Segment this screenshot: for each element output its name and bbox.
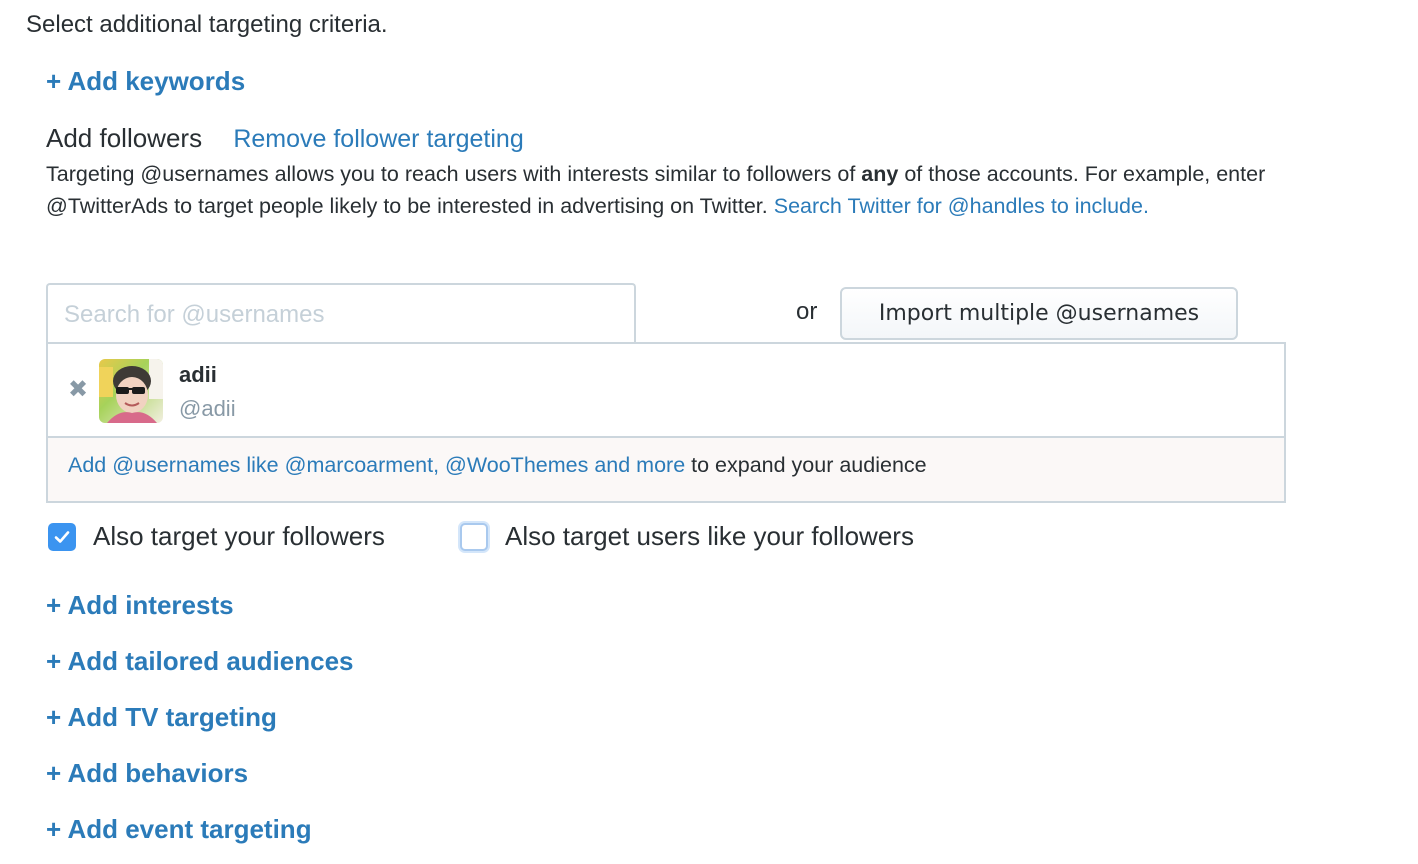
suggested-usernames-link[interactable]: Add @usernames like @marcoarment, @WooTh… bbox=[68, 453, 685, 477]
add-tv-targeting-link[interactable]: + Add TV targeting bbox=[46, 702, 277, 733]
add-keywords-link[interactable]: + Add keywords bbox=[46, 66, 245, 97]
followers-heading: Add followers bbox=[46, 123, 203, 153]
remove-follower-targeting-link[interactable]: Remove follower targeting bbox=[233, 125, 523, 153]
add-tailored-audiences-link[interactable]: + Add tailored audiences bbox=[46, 646, 354, 677]
selected-user-handle: @adii bbox=[179, 396, 236, 421]
search-twitter-link[interactable]: Search Twitter for @handles to include. bbox=[774, 194, 1149, 218]
selected-user-row: ✖ adii @adii bbox=[48, 344, 1284, 438]
target-followers-label: Also target your followers bbox=[93, 521, 385, 551]
username-search-container bbox=[46, 283, 636, 344]
import-usernames-button[interactable]: Import multiple @usernames bbox=[840, 287, 1238, 340]
avatar bbox=[99, 359, 163, 423]
add-event-targeting-link[interactable]: + Add event targeting bbox=[46, 814, 312, 845]
target-followers-option[interactable]: Also target your followers bbox=[48, 521, 385, 552]
selected-user-name: adii bbox=[179, 362, 217, 387]
description-text-1: Targeting @usernames allows you to reach… bbox=[46, 162, 862, 186]
description-bold: any bbox=[861, 162, 899, 186]
username-search-input[interactable] bbox=[48, 285, 634, 344]
selected-users-panel: ✖ adii @adii Add @usernames like @marcoa… bbox=[46, 342, 1286, 503]
followers-header: Add followers Remove follower targeting bbox=[46, 123, 524, 154]
avatar-image bbox=[99, 359, 163, 423]
checkmark-icon bbox=[54, 530, 70, 543]
suggestion-bar: Add @usernames like @marcoarment, @WooTh… bbox=[48, 438, 1284, 501]
or-label: or bbox=[796, 298, 818, 325]
close-icon[interactable]: ✖ bbox=[68, 378, 88, 402]
followers-description: Targeting @usernames allows you to reach… bbox=[46, 158, 1276, 222]
target-lookalike-checkbox[interactable] bbox=[460, 522, 488, 551]
add-behaviors-link[interactable]: + Add behaviors bbox=[46, 758, 248, 789]
target-lookalike-label: Also target users like your followers bbox=[505, 521, 914, 551]
add-interests-link[interactable]: + Add interests bbox=[46, 590, 234, 621]
page-title: Select additional targeting criteria. bbox=[26, 11, 388, 38]
target-lookalike-option[interactable]: Also target users like your followers bbox=[460, 521, 914, 552]
suggestion-text: to expand your audience bbox=[685, 453, 927, 477]
target-followers-checkbox[interactable] bbox=[48, 522, 76, 551]
